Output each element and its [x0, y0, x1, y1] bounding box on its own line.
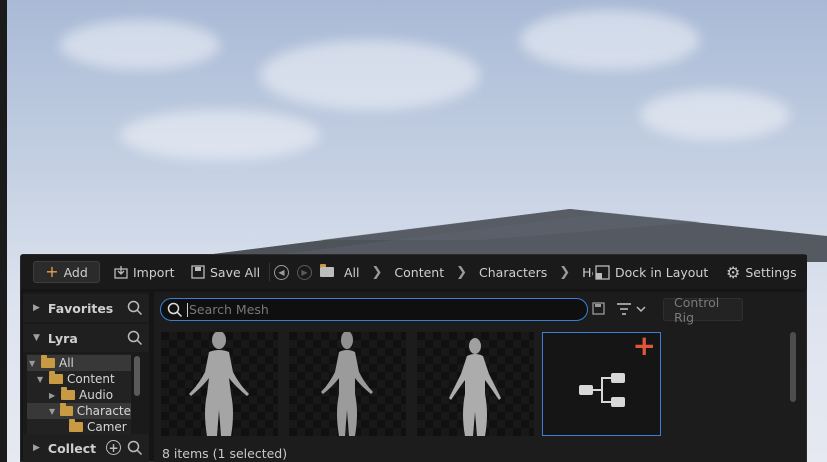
add-collection-icon[interactable]: + — [106, 440, 121, 455]
chevron-down-icon[interactable]: ▼ — [33, 333, 40, 343]
asset-view: Search Mesh Control Rig + 8 items (1 sel… — [154, 292, 806, 462]
save-all-button[interactable]: Save All — [191, 261, 260, 283]
favorites-header[interactable]: ▶ Favorites — [23, 294, 149, 322]
tree-item-all[interactable]: ▼ All — [27, 355, 131, 371]
history-forward-button[interactable]: ▶ — [297, 261, 312, 283]
arrow-left-icon: ◀ — [274, 264, 289, 280]
breadcrumb-item[interactable]: All — [344, 265, 360, 280]
mannequin-thumbnail — [321, 332, 373, 436]
dock-in-layout-button[interactable]: Dock in Layout — [593, 261, 709, 283]
chevron-right-icon[interactable]: ▶ — [33, 443, 40, 453]
search-icon[interactable] — [127, 440, 143, 456]
search-icon — [167, 302, 183, 317]
settings-button[interactable]: ⚙ Settings — [726, 261, 797, 283]
asset-tile-selected[interactable]: + — [542, 332, 661, 436]
chevron-down-icon[interactable]: ▼ — [29, 359, 37, 368]
search-placeholder: Search Mesh — [189, 302, 269, 317]
text-caret — [187, 302, 188, 317]
control-rig-filter-chip[interactable]: Control Rig — [663, 295, 743, 325]
tree-item-content[interactable]: ▼ Content — [37, 371, 115, 387]
chevron-down-icon[interactable]: ▼ — [37, 375, 45, 384]
mannequin-thumbnail — [189, 332, 249, 436]
folder-icon — [60, 403, 73, 416]
chevron-down-icon[interactable]: ▼ — [49, 407, 56, 416]
viewport-border — [0, 0, 7, 462]
breadcrumb-item[interactable]: Characters — [479, 265, 547, 280]
asset-tile[interactable] — [417, 332, 534, 436]
asset-count-status: 8 items (1 selected) — [162, 446, 288, 461]
breadcrumb-item[interactable]: Content — [394, 265, 444, 280]
chevron-right-icon[interactable]: ❯ — [559, 265, 570, 280]
search-icon[interactable] — [127, 330, 143, 346]
browse-folder-button[interactable] — [320, 261, 334, 283]
sources-panel: ▶ Favorites ▼ Lyra ▼ All ▼ Content ▶ Aud… — [23, 292, 149, 462]
filter-icon[interactable] — [616, 302, 650, 316]
plus-icon: + — [45, 262, 59, 281]
import-icon — [114, 266, 128, 279]
asset-scrollbar[interactable] — [790, 332, 796, 402]
chevron-right-icon[interactable]: ❯ — [456, 265, 467, 280]
breadcrumb: All ❯ Content ❯ Characters ❯ He — [344, 261, 599, 283]
asset-tile[interactable] — [289, 332, 406, 436]
arrow-right-icon: ▶ — [297, 264, 312, 280]
add-button[interactable]: + Add — [33, 261, 100, 283]
project-header[interactable]: ▼ Lyra — [23, 324, 149, 352]
collections-header[interactable]: ▶ Collect + — [23, 434, 149, 462]
save-search-icon[interactable] — [592, 302, 605, 315]
folder-tree: ▼ All ▼ Content ▶ Audio ▼ Characte Camer — [27, 354, 131, 434]
content-browser: + Add Import Save All ◀ ▶ All ❯ Content … — [20, 254, 807, 462]
folder-icon — [69, 419, 83, 432]
content-browser-toolbar: + Add Import Save All ◀ ▶ All ❯ Content … — [21, 255, 807, 289]
save-icon — [191, 265, 205, 279]
chevron-right-icon[interactable]: ▶ — [33, 303, 40, 313]
tree-item-characters[interactable]: ▼ Characte — [27, 403, 131, 419]
toolbar-divider — [269, 263, 270, 281]
mannequin-thumbnail — [449, 338, 501, 436]
asset-tile[interactable] — [161, 332, 278, 436]
folder-icon — [41, 355, 55, 368]
import-button[interactable]: Import — [114, 261, 175, 283]
search-icon[interactable] — [127, 300, 143, 316]
tree-item-audio[interactable]: ▶ Audio — [49, 387, 113, 403]
chevron-right-icon[interactable]: ❯ — [372, 265, 383, 280]
tree-scrollbar[interactable] — [134, 356, 140, 396]
search-input[interactable]: Search Mesh — [160, 298, 588, 321]
folder-icon — [61, 387, 75, 400]
control-rig-hierarchy-icon — [579, 373, 625, 407]
dock-layout-icon — [595, 264, 610, 280]
history-back-button[interactable]: ◀ — [274, 261, 289, 283]
chevron-right-icon[interactable]: ▶ — [49, 391, 57, 400]
folder-icon — [49, 371, 63, 384]
folder-icon — [320, 264, 334, 277]
tree-item-cameras[interactable]: Camer — [69, 419, 127, 434]
gear-icon: ⚙ — [726, 262, 741, 282]
